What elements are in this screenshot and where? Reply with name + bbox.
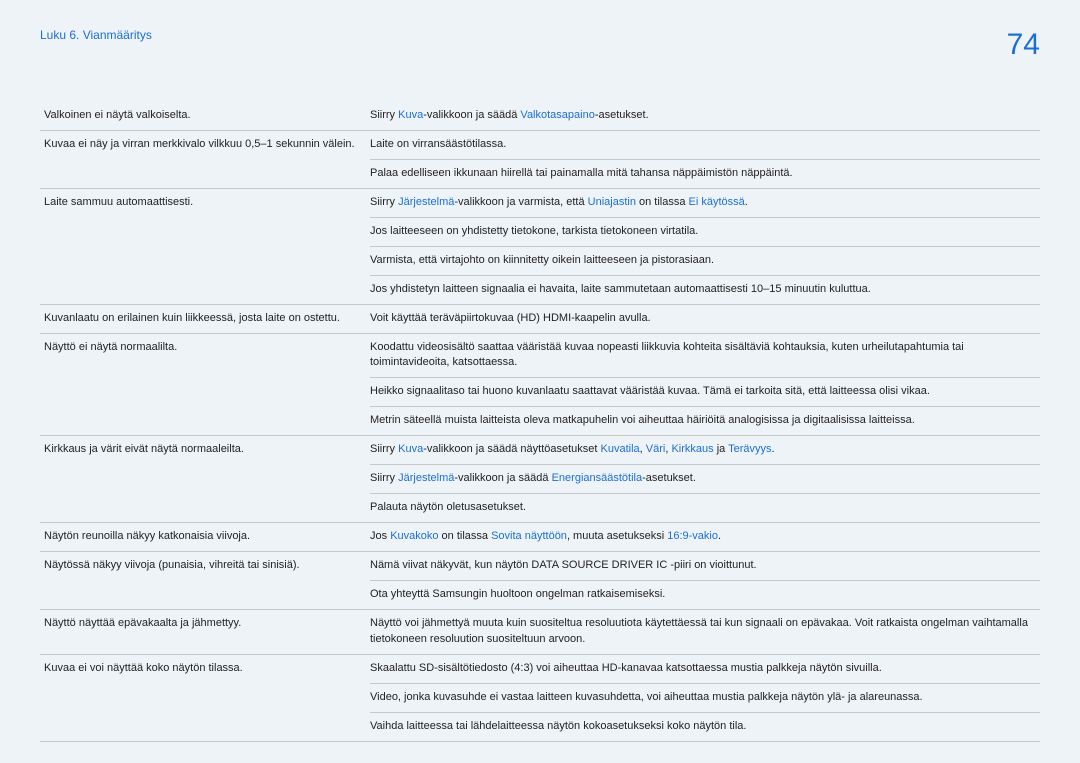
solution-cell: Ota yhteyttä Samsungin huoltoon ongelman… [370, 580, 1040, 609]
issue-cell: Kirkkaus ja värit eivät näytä normaaleil… [40, 436, 370, 523]
issue-cell: Kuvaa ei näy ja virran merkkivalo vilkku… [40, 130, 370, 188]
table-row: Näyttö ei näytä normaalilta.Koodattu vid… [40, 333, 1040, 378]
table-row: Kuvanlaatu on erilainen kuin liikkeessä,… [40, 304, 1040, 333]
table-row: Näytön reunoilla näkyy katkonaisia viivo… [40, 523, 1040, 552]
solution-cell: Laite on virransäästötilassa. [370, 130, 1040, 159]
solution-cell: Siirry Järjestelmä-valikkoon ja varmista… [370, 188, 1040, 217]
issue-cell: Näyttö näyttää epävakaalta ja jähmettyy. [40, 609, 370, 654]
solution-cell: Skaalattu SD-sisältötiedosto (4:3) voi a… [370, 654, 1040, 683]
solution-cell: Näyttö voi jähmettyä muuta kuin suositel… [370, 609, 1040, 654]
solution-cell: Vaihda laitteessa tai lähdelaitteessa nä… [370, 712, 1040, 741]
table-row: Kuvaa ei voi näyttää koko näytön tilassa… [40, 654, 1040, 683]
solution-cell: Voit käyttää teräväpiirtokuvaa (HD) HDMI… [370, 304, 1040, 333]
issue-cell: Kuvanlaatu on erilainen kuin liikkeessä,… [40, 304, 370, 333]
menu-term: Sovita näyttöön [491, 530, 567, 542]
issue-cell: Näytössä näkyy viivoja (punaisia, vihrei… [40, 552, 370, 610]
breadcrumb: Luku 6. Vianmääritys [40, 28, 152, 42]
issue-cell: Valkoinen ei näytä valkoiselta. [40, 102, 370, 130]
menu-term: Kuvakoko [390, 530, 438, 542]
menu-term: Energiansäästötila [552, 472, 643, 484]
menu-term: Kuvatila [601, 443, 640, 455]
issue-cell: Kuvaa ei voi näyttää koko näytön tilassa… [40, 654, 370, 741]
menu-term: Kuva [398, 109, 423, 121]
menu-term: Valkotasapaino [520, 109, 594, 121]
menu-term: Kuva [398, 443, 423, 455]
solution-cell: Siirry Kuva-valikkoon ja säädä Valkotasa… [370, 102, 1040, 130]
solution-cell: Jos laitteeseen on yhdistetty tietokone,… [370, 217, 1040, 246]
table-row: Kirkkaus ja värit eivät näytä normaaleil… [40, 436, 1040, 465]
solution-cell: Metrin säteellä muista laitteista oleva … [370, 407, 1040, 436]
solution-cell: Heikko signaalitaso tai huono kuvanlaatu… [370, 378, 1040, 407]
menu-term: Järjestelmä [398, 472, 454, 484]
menu-term: Terävyys [728, 443, 771, 455]
menu-term: Väri [646, 443, 666, 455]
table-row: Näyttö näyttää epävakaalta ja jähmettyy.… [40, 609, 1040, 654]
solution-cell: Palauta näytön oletusasetukset. [370, 494, 1040, 523]
table-row: Laite sammuu automaattisesti.Siirry Järj… [40, 188, 1040, 217]
table-row: Kuvaa ei näy ja virran merkkivalo vilkku… [40, 130, 1040, 159]
menu-term: Kirkkaus [671, 443, 713, 455]
solution-cell: Siirry Kuva-valikkoon ja säädä näyttöase… [370, 436, 1040, 465]
solution-cell: Jos Kuvakoko on tilassa Sovita näyttöön,… [370, 523, 1040, 552]
solution-cell: Varmista, että virtajohto on kiinnitetty… [370, 246, 1040, 275]
page-number: 74 [1007, 28, 1040, 62]
issue-cell: Näyttö ei näytä normaalilta. [40, 333, 370, 436]
menu-term: Ei käytössä [689, 196, 745, 208]
table-row: Valkoinen ei näytä valkoiselta.Siirry Ku… [40, 102, 1040, 130]
menu-term: 16:9-vakio [667, 530, 718, 542]
issue-cell: Laite sammuu automaattisesti. [40, 188, 370, 304]
solution-cell: Koodattu videosisältö saattaa vääristää … [370, 333, 1040, 378]
menu-term: Uniajastin [588, 196, 636, 208]
solution-cell: Jos yhdistetyn laitteen signaalia ei hav… [370, 275, 1040, 304]
menu-term: Järjestelmä [398, 196, 454, 208]
solution-cell: Palaa edelliseen ikkunaan hiirellä tai p… [370, 159, 1040, 188]
solution-cell: Nämä viivat näkyvät, kun näytön DATA SOU… [370, 552, 1040, 581]
issue-cell: Näytön reunoilla näkyy katkonaisia viivo… [40, 523, 370, 552]
table-row: Näytössä näkyy viivoja (punaisia, vihrei… [40, 552, 1040, 581]
troubleshooting-table: Valkoinen ei näytä valkoiselta.Siirry Ku… [40, 102, 1040, 742]
solution-cell: Siirry Järjestelmä-valikkoon ja säädä En… [370, 465, 1040, 494]
solution-cell: Video, jonka kuvasuhde ei vastaa laittee… [370, 683, 1040, 712]
